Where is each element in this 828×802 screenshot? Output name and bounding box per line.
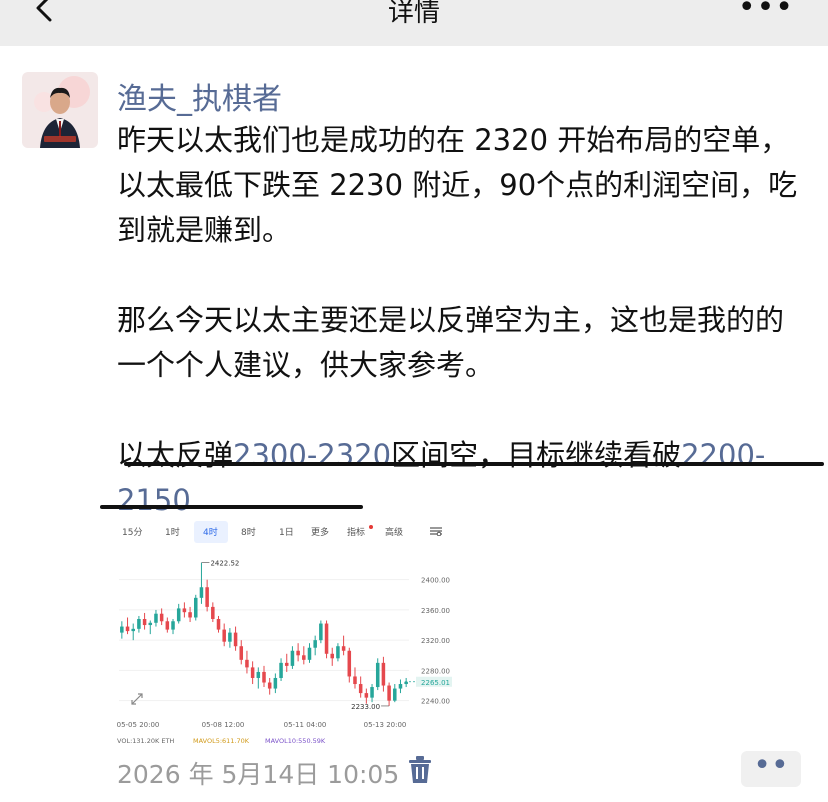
low-price-label: 2233.00 bbox=[351, 703, 380, 711]
candle-body bbox=[239, 646, 244, 660]
candle-body bbox=[194, 597, 198, 618]
post-text: 区间空，目标继续看破 bbox=[391, 438, 682, 472]
post-paragraph: 那么今天以太主要还是以反弹空为主，这也是我的的一个个人建议，供大家参考。 bbox=[117, 303, 785, 382]
candle-body bbox=[387, 685, 391, 701]
candle-body bbox=[211, 606, 215, 619]
candle-body bbox=[182, 608, 187, 613]
y-tick-label: 2400.00 bbox=[421, 577, 450, 585]
candle-body bbox=[296, 650, 300, 656]
candle-body bbox=[142, 619, 147, 626]
candle-body bbox=[381, 662, 386, 686]
candle-body bbox=[273, 677, 278, 689]
nav-bar: 详情 ••• bbox=[0, 0, 828, 46]
volume-label: VOL:131.20K ETH bbox=[117, 737, 174, 745]
candle-body bbox=[267, 682, 272, 689]
candle-body bbox=[222, 629, 226, 642]
candle-body bbox=[245, 659, 249, 668]
candle-body bbox=[131, 628, 135, 632]
candle-body bbox=[375, 662, 380, 688]
candle-body bbox=[262, 671, 266, 683]
candle-body bbox=[176, 608, 181, 622]
candle-body bbox=[393, 688, 397, 701]
candle-body bbox=[336, 646, 340, 659]
trash-icon[interactable] bbox=[407, 756, 433, 784]
candle-body bbox=[205, 587, 209, 607]
price-range-link[interactable]: 2300-2320 bbox=[233, 438, 391, 472]
candle-body bbox=[154, 613, 158, 623]
candle-body bbox=[120, 626, 124, 633]
x-tick-label: 05-11 04:00 bbox=[284, 721, 327, 729]
candle-body bbox=[353, 676, 357, 685]
y-tick-label: 2320.00 bbox=[421, 637, 450, 645]
y-tick-label: 2360.00 bbox=[421, 607, 450, 615]
candle-body bbox=[171, 621, 175, 630]
page-title: 详情 bbox=[387, 0, 440, 28]
candle-body bbox=[250, 667, 255, 678]
chart-screenshot[interactable]: 15分 1时 4时 8时 1日 更多 指标 高级 2400.00 2360.00 2… bbox=[113, 517, 455, 747]
post-text: 以太反弹 bbox=[117, 438, 234, 472]
candle-body bbox=[125, 626, 130, 632]
candle-body bbox=[159, 613, 164, 622]
candle-body bbox=[279, 662, 283, 678]
handwritten-underline bbox=[100, 505, 363, 509]
x-tick-label: 05-05 20:00 bbox=[117, 721, 160, 729]
candle-body bbox=[370, 687, 374, 698]
high-price-label: 2422.52 bbox=[210, 560, 239, 568]
post-paragraph: 以太反弹2300-2320区间空，目标继续看破2200-2150 bbox=[117, 433, 807, 523]
candle-body bbox=[188, 612, 192, 618]
expand-icon[interactable] bbox=[131, 693, 143, 705]
mavol10-label: MAVOL10:550.59K bbox=[265, 737, 326, 745]
avatar[interactable] bbox=[22, 72, 98, 148]
candle-body bbox=[233, 632, 238, 647]
candle-body bbox=[324, 623, 329, 654]
candle-body bbox=[398, 684, 403, 689]
candle-body bbox=[358, 684, 363, 694]
candle-body bbox=[137, 619, 141, 629]
x-tick-label: 05-08 12:00 bbox=[202, 721, 245, 729]
post-paragraph: 昨天以太我们也是成功的在 2320 开始布局的空单，以太最低下跌至 2230 附… bbox=[117, 123, 798, 247]
candle-body bbox=[330, 653, 334, 659]
candlestick-chart: 2400.00 2360.00 2320.00 2280.00 2240.00 2422.… bbox=[117, 560, 452, 745]
candle-body bbox=[319, 623, 323, 641]
candle-body bbox=[313, 640, 317, 648]
last-price-label: 2265.01 bbox=[421, 679, 450, 687]
mavol5-label: MAVOL5:611.70K bbox=[193, 737, 250, 745]
candle-body bbox=[347, 650, 352, 677]
comment-button[interactable]: •• bbox=[741, 751, 801, 787]
candle-body bbox=[256, 671, 261, 678]
candle-body bbox=[165, 621, 170, 630]
post-timestamp: 2026 年 5月14日 10:05 bbox=[117, 760, 400, 789]
candle-body bbox=[284, 662, 289, 666]
candle-body bbox=[341, 646, 346, 651]
y-tick-label: 2280.00 bbox=[421, 667, 450, 675]
candle-body bbox=[199, 587, 204, 598]
candle-body bbox=[290, 650, 295, 666]
author-name[interactable]: 渔夫_执棋者 bbox=[117, 74, 282, 118]
candle-body bbox=[216, 619, 221, 630]
candle-body bbox=[148, 622, 153, 626]
handwritten-underline bbox=[124, 462, 824, 466]
comment-dots-icon: •• bbox=[753, 748, 789, 783]
candle-body bbox=[302, 655, 306, 660]
x-tick-label: 05-13 20:00 bbox=[364, 721, 407, 729]
y-tick-label: 2240.00 bbox=[421, 698, 450, 706]
candle-body bbox=[307, 647, 312, 660]
candle-body bbox=[228, 632, 232, 642]
candle-body bbox=[364, 693, 369, 698]
more-options-button[interactable]: ••• bbox=[738, 0, 794, 23]
